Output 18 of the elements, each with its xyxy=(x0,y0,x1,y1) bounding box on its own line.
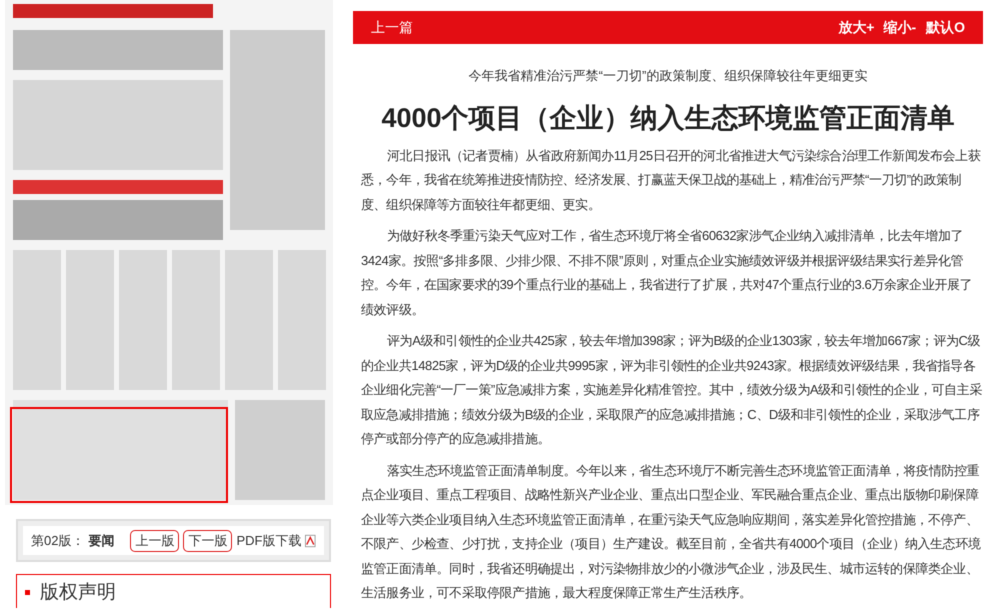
previous-article-link[interactable]: 上一篇 xyxy=(371,17,413,38)
article-paragraph: 为做好秋冬季重污染天气应对工作，省生态环境厅将全省60632家涉气企业纳入减排清单，比去年增加了3424家。按照“多排多限、少排少限、不排不限”原则，对重点企业实施绩效评级并根据评级结果实行差异化管控。今年，在国家要求的39个重点行业的基础上，我省进行了扩展，共对47个重点行业的3.6万余家企业开展了绩效评级。 xyxy=(361,227,974,318)
zoom-in-link[interactable]: 放大+ xyxy=(838,17,874,38)
zoom-out-link[interactable]: 缩小- xyxy=(883,17,916,38)
pdf-icon[interactable] xyxy=(305,534,316,548)
bullet-icon xyxy=(25,590,30,595)
article-paragraph: 落实生态环境监管正面清单制度。今年以来，省生态环境厅不断完善生态环境监管正面清单，将疫情防控重点企业项目、重点工程项目、战略性新兴产业企业、重点出口型企业、军民融合重点企业、重点出版物印刷保障企业等六类企业项目纳入生态环境监管正面清单，在重污染天气应急响应期间，落实差异化管控措施，不停产、不限产、少检查、少打扰，支持企业（项目）生产建设。截至目前，全省共有4000个项目（企业）纳入生态环境监管正面清单。同时，我省还明确提出，对污染物排放少的小微涉气企业，涉及民生、城市运转的保障类企业、生活服务业，可不采取停限产措施，最大程度保障正常生产生活秩序。 xyxy=(361,462,982,602)
previous-edition-link[interactable]: 上一版 xyxy=(130,530,180,552)
next-edition-link[interactable]: 下一版 xyxy=(183,530,232,552)
edition-label: 第02版： xyxy=(31,532,84,550)
reset-size-link[interactable]: 默认O xyxy=(926,17,965,38)
article-subtitle: 今年我省精准治污严禁“一刀切”的政策制度、组织保障较往年更细更实 xyxy=(468,67,868,85)
pdf-download-link[interactable]: PDF版下载 xyxy=(236,530,302,550)
copyright-title: 版权声明 xyxy=(40,581,116,605)
article-paragraph: 河北日报讯（记者贾楠）从省政府新闻办11月25日召开的河北省推进大气污染综合治理工作新闻发布会上获悉，今年，我省在统筹推进疫情防控、经济发展、打赢蓝天保卫战的基础上，精准治污严禁“一刀切”的政策制度、组织保障等方面较往年都更细、更实。 xyxy=(361,146,982,214)
edition-section: 要闻 xyxy=(88,530,114,550)
article-title: 4000个项目（企业）纳入生态环境监管正面清单 xyxy=(380,102,956,134)
article-paragraph: 评为A级和引领性的企业共425家，较去年增加398家；评为B级的企业1303家，较去年增加667家；评为C级的企业共14825家，评为D级的企业共9995家，评为非引领性的企业共9243家。根据绩效评级结果，我省指导各企业细化完善“一厂一策”应急减排方案，实施差异化精准管控。其中，绩效分级为A级和引领性的企业，可自主采取应急减排措施；绩效分级为B级的企业，采取限产的应急减排措施；C、D级和非引领性的企业，采取涉气工序停产或部分停产的应急减排措施。 xyxy=(361,332,983,448)
